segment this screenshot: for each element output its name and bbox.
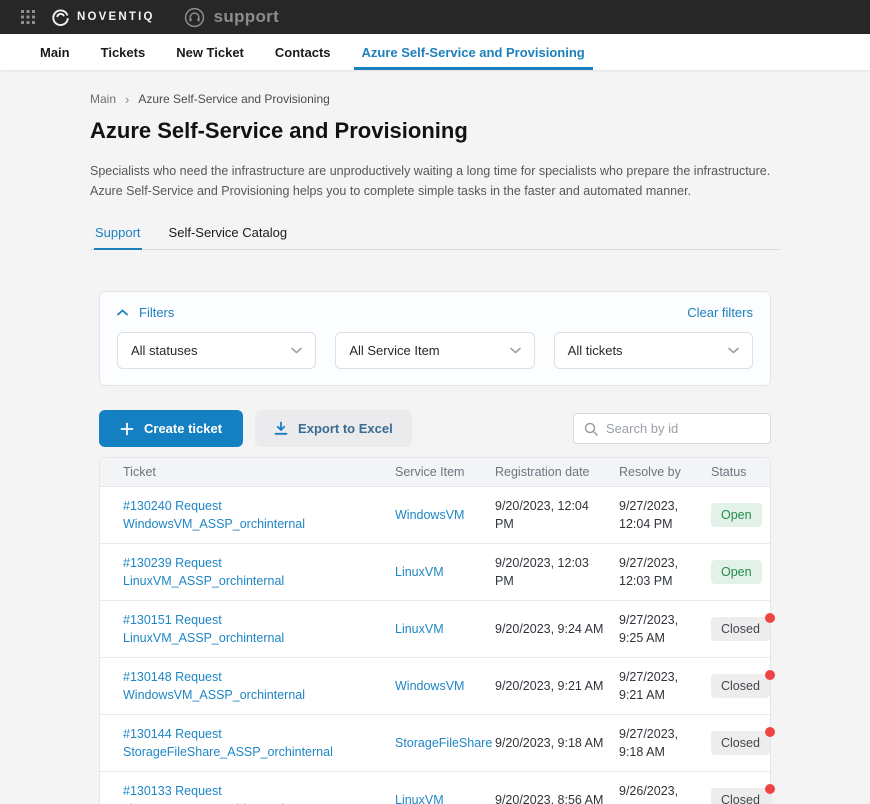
registration-date: 9/20/2023, 9:21 AM: [495, 677, 619, 695]
clear-filters-link[interactable]: Clear filters: [687, 305, 753, 320]
resolve-by-date: 9/27/2023, 9:21 AM: [619, 668, 711, 704]
column-header-registration-date: Registration date: [495, 465, 619, 479]
support-section: Filters Clear filters All statuses All S…: [99, 291, 771, 804]
breadcrumb-main-link[interactable]: Main: [90, 92, 116, 106]
nav-item-azure-self-service[interactable]: Azure Self-Service and Provisioning: [362, 34, 585, 70]
status-badge: Closed: [711, 617, 770, 641]
search-box: [573, 413, 771, 444]
ticket-link[interactable]: #130240 Request WindowsVM_ASSP_orchinter…: [123, 497, 395, 533]
filters-panel: Filters Clear filters All statuses All S…: [99, 291, 771, 386]
page-title: Azure Self-Service and Provisioning: [90, 118, 780, 144]
column-header-ticket: Ticket: [123, 465, 395, 479]
ticket-link[interactable]: #130148 Request WindowsVM_ASSP_orchinter…: [123, 668, 395, 704]
resolve-by-date: 9/27/2023, 9:25 AM: [619, 611, 711, 647]
ticket-link[interactable]: #130239 Request LinuxVM_ASSP_orchinterna…: [123, 554, 395, 590]
registration-date: 9/20/2023, 9:24 AM: [495, 620, 619, 638]
chevron-down-icon: [510, 347, 521, 354]
tickets-filter-dropdown[interactable]: All tickets: [554, 332, 753, 369]
headphones-icon: [184, 7, 205, 28]
page-content: Main › Azure Self-Service and Provisioni…: [90, 92, 780, 804]
table-row: #130240 Request WindowsVM_ASSP_orchinter…: [100, 487, 770, 544]
status-badge: Closed: [711, 788, 770, 804]
content-tabs: Support Self-Service Catalog: [90, 225, 780, 250]
tab-support[interactable]: Support: [94, 225, 142, 249]
tickets-filter-value: All tickets: [568, 343, 623, 358]
top-header: NOVENTIQ support: [0, 0, 870, 34]
column-header-service-item: Service Item: [395, 465, 495, 479]
main-nav: Main Tickets New Ticket Contacts Azure S…: [0, 34, 870, 70]
download-icon: [274, 421, 288, 436]
column-header-resolve-by: Resolve by: [619, 465, 711, 479]
table-header-row: Ticket Service Item Registration date Re…: [100, 458, 770, 487]
create-ticket-button[interactable]: Create ticket: [99, 410, 243, 447]
service-item-filter-dropdown[interactable]: All Service Item: [335, 332, 534, 369]
app-grid-icon[interactable]: [21, 10, 35, 24]
filters-collapse-toggle[interactable]: Filters: [117, 305, 174, 320]
resolve-by-date: 9/26/2023, 6:00 PM: [619, 782, 711, 804]
service-item-link[interactable]: WindowsVM: [395, 677, 495, 695]
nav-item-contacts[interactable]: Contacts: [275, 34, 331, 70]
notification-dot: [765, 670, 775, 680]
status-badge: Open: [711, 503, 762, 527]
noventiq-logo-icon: [51, 8, 70, 27]
registration-date: 9/20/2023, 9:18 AM: [495, 734, 619, 752]
table-row: #130151 Request LinuxVM_ASSP_orchinterna…: [100, 601, 770, 658]
status-filter-dropdown[interactable]: All statuses: [117, 332, 316, 369]
service-item-link[interactable]: LinuxVM: [395, 791, 495, 804]
resolve-by-date: 9/27/2023, 12:03 PM: [619, 554, 711, 590]
ticket-link[interactable]: #130133 Request LinuxVM_ASSP_orchinterna…: [123, 782, 395, 804]
table-row: #130239 Request LinuxVM_ASSP_orchinterna…: [100, 544, 770, 601]
search-input[interactable]: [606, 421, 782, 436]
plus-icon: [120, 422, 134, 436]
service-item-link[interactable]: StorageFileShare: [395, 734, 495, 752]
column-header-status: Status: [711, 465, 770, 479]
breadcrumb-current: Azure Self-Service and Provisioning: [138, 92, 329, 106]
service-item-link[interactable]: WindowsVM: [395, 506, 495, 524]
nav-item-tickets[interactable]: Tickets: [101, 34, 146, 70]
status-badge: Open: [711, 560, 762, 584]
search-icon: [584, 422, 598, 436]
chevron-down-icon: [291, 347, 302, 354]
breadcrumb-chevron-icon: ›: [125, 93, 129, 106]
resolve-by-date: 9/27/2023, 12:04 PM: [619, 497, 711, 533]
status-badge: Closed: [711, 674, 770, 698]
page-description: Specialists who need the infrastructure …: [90, 161, 780, 201]
tickets-table: Ticket Service Item Registration date Re…: [99, 457, 771, 804]
registration-date: 9/20/2023, 12:04 PM: [495, 497, 619, 533]
table-row: #130148 Request WindowsVM_ASSP_orchinter…: [100, 658, 770, 715]
filters-title: Filters: [139, 305, 174, 320]
ticket-link[interactable]: #130151 Request LinuxVM_ASSP_orchinterna…: [123, 611, 395, 647]
support-app-label: support: [184, 7, 279, 28]
service-item-link[interactable]: LinuxVM: [395, 563, 495, 581]
noventiq-logo[interactable]: NOVENTIQ: [51, 8, 155, 27]
registration-date: 9/20/2023, 12:03 PM: [495, 554, 619, 590]
nav-item-new-ticket[interactable]: New Ticket: [176, 34, 244, 70]
status-filter-value: All statuses: [131, 343, 197, 358]
service-item-link[interactable]: LinuxVM: [395, 620, 495, 638]
status-badge: Closed: [711, 731, 770, 755]
service-item-filter-value: All Service Item: [349, 343, 439, 358]
app-name: support: [214, 7, 279, 27]
nav-item-main[interactable]: Main: [40, 34, 70, 70]
notification-dot: [765, 727, 775, 737]
chevron-down-icon: [728, 347, 739, 354]
table-body: #130240 Request WindowsVM_ASSP_orchinter…: [100, 487, 770, 804]
resolve-by-date: 9/27/2023, 9:18 AM: [619, 725, 711, 761]
notification-dot: [765, 613, 775, 623]
notification-dot: [765, 784, 775, 794]
table-row: #130133 Request LinuxVM_ASSP_orchinterna…: [100, 772, 770, 804]
ticket-link[interactable]: #130144 Request StorageFileShare_ASSP_or…: [123, 725, 395, 761]
registration-date: 9/20/2023, 8:56 AM: [495, 791, 619, 804]
export-excel-button[interactable]: Export to Excel: [255, 410, 412, 447]
breadcrumb: Main › Azure Self-Service and Provisioni…: [90, 92, 780, 106]
table-actions: Create ticket Export to Excel: [99, 410, 771, 447]
table-row: #130144 Request StorageFileShare_ASSP_or…: [100, 715, 770, 772]
brand-name: NOVENTIQ: [77, 11, 155, 23]
chevron-up-icon: [117, 309, 128, 316]
tab-self-service-catalog[interactable]: Self-Service Catalog: [168, 225, 289, 249]
